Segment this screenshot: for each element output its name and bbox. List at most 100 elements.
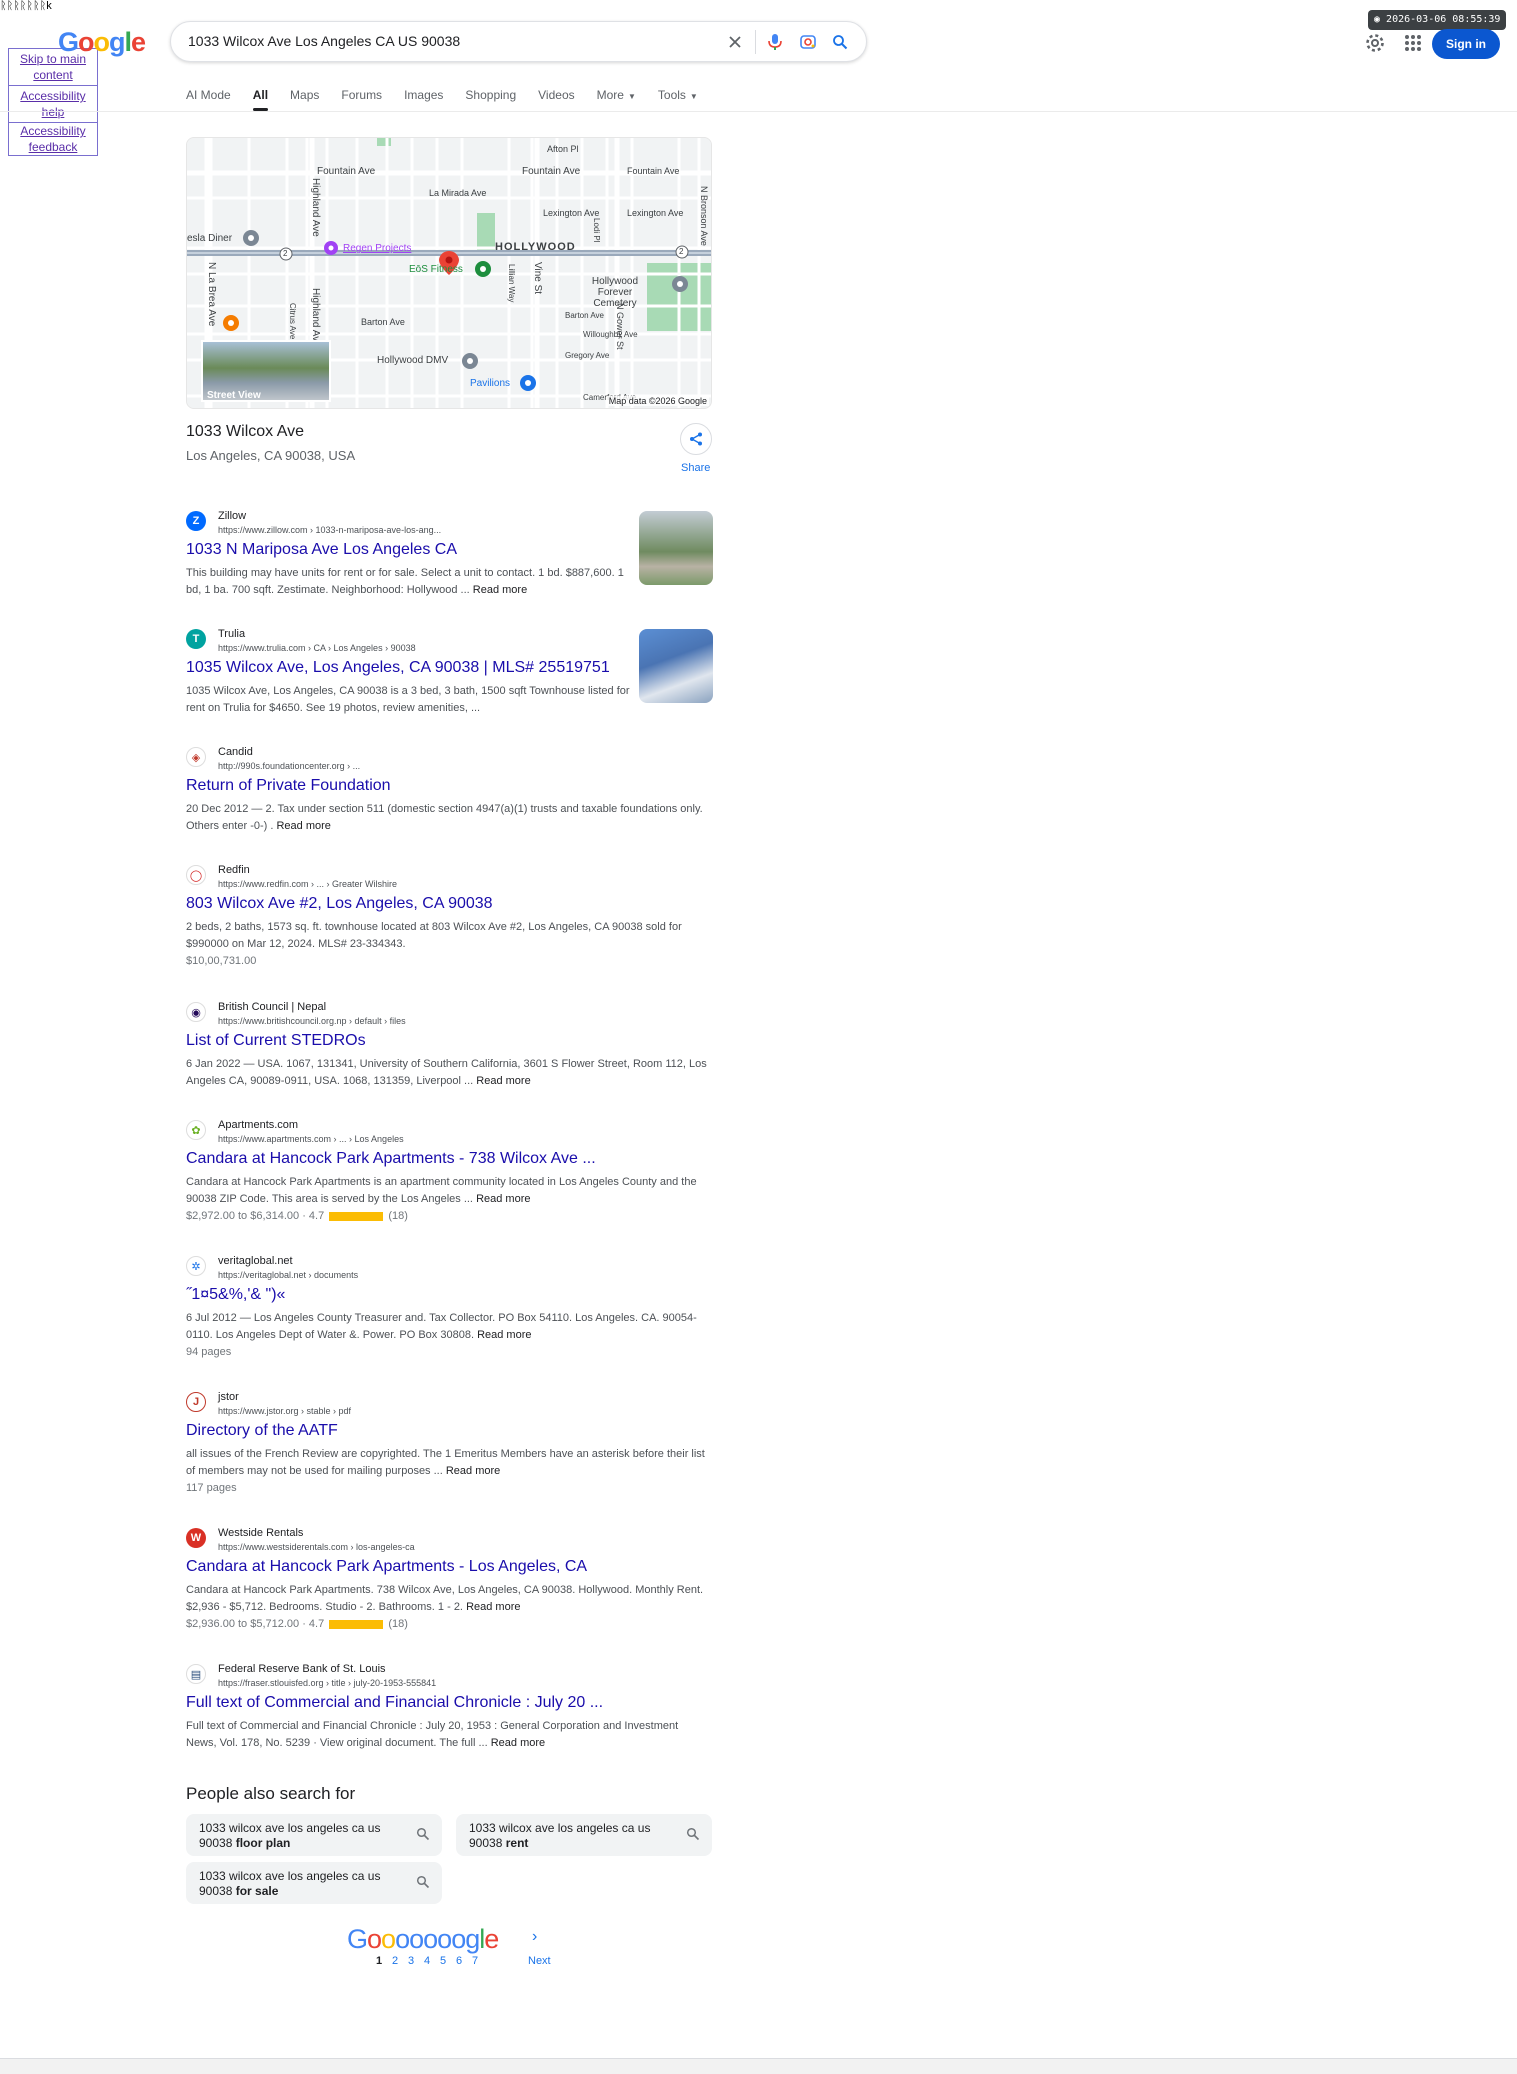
share-button[interactable] — [680, 423, 712, 455]
tab-maps[interactable]: Maps — [290, 87, 319, 109]
timestamp-overlay: ◉ 2026-03-06 08:55:39 — [1368, 10, 1506, 30]
read-more-link[interactable]: Read more — [476, 1193, 530, 1205]
tab-all[interactable]: All — [252, 87, 269, 111]
result-title-link[interactable]: List of Current STEDROs — [186, 1032, 366, 1050]
result-url[interactable]: https://www.zillow.com › 1033-n-mariposa… — [218, 525, 441, 535]
search-icon — [416, 1827, 430, 1841]
related-search-chip[interactable]: 1033 wilcox ave los angeles ca us 90038 … — [186, 1814, 442, 1856]
result-title-link[interactable]: Directory of the AATF — [186, 1422, 338, 1440]
read-more-link[interactable]: Read more — [473, 584, 527, 596]
result-url[interactable]: http://990s.foundationcenter.org › ... — [218, 761, 360, 771]
search-icon[interactable] — [829, 31, 851, 53]
read-more-link[interactable]: Read more — [477, 1329, 531, 1341]
lens-camera-icon[interactable] — [797, 31, 819, 53]
redfin-favicon-icon: ◯ — [186, 865, 206, 885]
search-result: J jstor https://www.jstor.org › stable ›… — [186, 1391, 716, 1502]
tab-images[interactable]: Images — [404, 87, 443, 109]
tab-tools[interactable]: Tools ▼ — [658, 87, 698, 109]
result-thumbnail[interactable] — [639, 511, 713, 585]
page-5-link[interactable]: 5 — [440, 1955, 456, 1967]
result-title-link[interactable]: 1033 N Mariposa Ave Los Angeles CA — [186, 541, 457, 559]
zillow-favicon-icon: Z — [186, 511, 206, 531]
result-site-name[interactable]: jstor — [218, 1391, 239, 1403]
result-url[interactable]: https://veritaglobal.net › documents — [218, 1270, 358, 1280]
result-thumbnail[interactable] — [639, 629, 713, 703]
result-title-link[interactable]: 803 Wilcox Ave #2, Los Angeles, CA 90038 — [186, 895, 493, 913]
page-2-link[interactable]: 2 — [392, 1955, 408, 1967]
tab-more[interactable]: More ▼ — [597, 87, 636, 109]
search-input[interactable]: 1033 Wilcox Ave Los Angeles CA US 90038 — [188, 33, 460, 49]
result-url[interactable]: https://www.jstor.org › stable › pdf — [218, 1406, 351, 1416]
tab-shopping[interactable]: Shopping — [465, 87, 516, 109]
result-url[interactable]: https://www.redfin.com › ... › Greater W… — [218, 879, 397, 889]
search-result: ◯ Redfin https://www.redfin.com › ... › … — [186, 864, 716, 975]
page-7-link[interactable]: 7 — [472, 1955, 488, 1967]
result-price-range: $2,936.00 to $5,712.00 · 4.7 — [186, 1618, 325, 1630]
tab-videos[interactable]: Videos — [538, 87, 574, 109]
result-url[interactable]: https://www.trulia.com › CA › Los Angele… — [218, 643, 416, 653]
clear-search-icon[interactable] — [724, 31, 746, 53]
result-site-name[interactable]: Candid — [218, 746, 253, 758]
page-6-link[interactable]: 6 — [456, 1955, 472, 1967]
settings-gear-icon[interactable] — [1363, 31, 1387, 55]
pagination-numbers: 1 2 3 4 5 6 7 — [376, 1955, 488, 1967]
read-more-link[interactable]: Read more — [276, 820, 330, 832]
map-label-eos-fitness[interactable]: EōS Fitness — [409, 264, 463, 275]
result-site-name[interactable]: Redfin — [218, 864, 250, 876]
result-site-name[interactable]: British Council | Nepal — [218, 1001, 326, 1013]
google-logo[interactable]: Google — [58, 27, 146, 58]
next-page-link[interactable]: Next — [528, 1955, 551, 1967]
result-url[interactable]: https://www.britishcouncil.org.np › defa… — [218, 1016, 406, 1026]
result-site-name[interactable]: Apartments.com — [218, 1119, 298, 1131]
microphone-icon[interactable] — [764, 31, 786, 53]
apps-grid-icon[interactable] — [1401, 31, 1425, 55]
result-title-link[interactable]: Candara at Hancock Park Apartments - 738… — [186, 1150, 596, 1168]
result-site-name[interactable]: veritaglobal.net — [218, 1255, 293, 1267]
map-label-regen-projects[interactable]: Regen Projects — [343, 243, 411, 254]
result-url[interactable]: https://www.apartments.com › ... › Los A… — [218, 1134, 404, 1144]
read-more-link[interactable]: Read more — [491, 1737, 545, 1749]
result-title-link[interactable]: ˝1¤5&%,'& ")« — [186, 1286, 285, 1304]
candid-favicon-icon: ◈ — [186, 747, 206, 767]
search-box[interactable]: 1033 Wilcox Ave Los Angeles CA US 90038 — [170, 21, 867, 62]
search-result: ▤ Federal Reserve Bank of St. Louis http… — [186, 1663, 716, 1754]
result-page-count: 117 pages — [186, 1482, 237, 1494]
accessibility-help-link[interactable]: Accessibility help — [9, 86, 97, 123]
result-title-link[interactable]: Candara at Hancock Park Apartments - Los… — [186, 1558, 587, 1576]
page-4-link[interactable]: 4 — [424, 1955, 440, 1967]
related-search-bold: rent — [505, 1836, 529, 1850]
result-title-link[interactable]: Return of Private Foundation — [186, 777, 391, 795]
related-search-chip[interactable]: 1033 wilcox ave los angeles ca us 90038 … — [456, 1814, 712, 1856]
result-site-name[interactable]: Trulia — [218, 628, 245, 640]
map-label-fountain-ave: Fountain Ave — [522, 166, 581, 177]
read-more-link[interactable]: Read more — [466, 1601, 520, 1613]
sign-in-button[interactable]: Sign in — [1432, 29, 1500, 59]
route-shield-number: 2 — [679, 247, 684, 256]
map-label-afton-pl: Afton Pl — [547, 144, 579, 154]
result-url[interactable]: https://www.westsiderentals.com › los-an… — [218, 1542, 415, 1552]
read-more-link[interactable]: Read more — [446, 1465, 500, 1477]
accessibility-feedback-link[interactable]: Accessibility feedback — [9, 123, 97, 155]
star-rating-icon — [329, 1211, 384, 1221]
result-url[interactable]: https://fraser.stlouisfed.org › title › … — [218, 1678, 436, 1688]
page-3-link[interactable]: 3 — [408, 1955, 424, 1967]
related-search-chip[interactable]: 1033 wilcox ave los angeles ca us 90038 … — [186, 1862, 442, 1904]
related-search-text: 1033 wilcox ave los angeles ca us 90038 … — [469, 1821, 679, 1851]
chevron-right-icon[interactable]: › — [532, 1928, 537, 1946]
result-snippet-text: This building may have units for rent or… — [186, 567, 624, 596]
review-count: (18) — [388, 1210, 408, 1222]
read-more-link[interactable]: Read more — [476, 1075, 530, 1087]
tab-more-label: More — [596, 88, 624, 102]
british-council-favicon-icon: ◉ — [186, 1002, 206, 1022]
review-count: (18) — [388, 1618, 408, 1630]
result-title-link[interactable]: Full text of Commercial and Financial Ch… — [186, 1694, 603, 1712]
tab-ai-mode[interactable]: AI Mode — [186, 87, 231, 109]
result-snippet: 1035 Wilcox Ave, Los Angeles, CA 90038 i… — [186, 685, 630, 714]
map-preview[interactable]: Fountain Ave Fountain Ave Fountain Ave A… — [186, 137, 712, 409]
result-site-name[interactable]: Zillow — [218, 510, 246, 522]
result-site-name[interactable]: Federal Reserve Bank of St. Louis — [218, 1663, 386, 1675]
tab-forums[interactable]: Forums — [341, 87, 382, 109]
share-label[interactable]: Share — [681, 462, 710, 474]
result-site-name[interactable]: Westside Rentals — [218, 1527, 303, 1539]
result-title-link[interactable]: 1035 Wilcox Ave, Los Angeles, CA 90038 |… — [186, 659, 610, 677]
